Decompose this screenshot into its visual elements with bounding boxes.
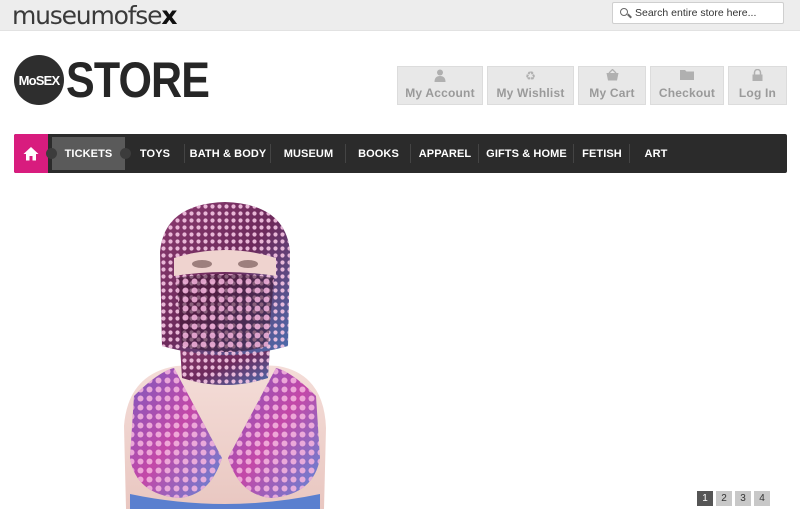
nav-books-label: BOOKS: [358, 147, 399, 160]
top-bar: museumofsex: [0, 0, 800, 31]
log-in-button[interactable]: Log In: [728, 66, 787, 105]
lock-icon: [752, 68, 763, 83]
nav-gifts-home-label: GIFTS & HOME: [486, 147, 567, 160]
home-icon: [23, 147, 39, 161]
person-icon: [434, 69, 446, 83]
my-cart-button[interactable]: My Cart: [578, 66, 646, 105]
search-input[interactable]: [635, 7, 783, 19]
my-cart-label: My Cart: [589, 86, 635, 100]
nav-apparel[interactable]: APPAREL: [411, 134, 479, 173]
checkout-label: Checkout: [658, 86, 716, 100]
nav-tickets-label: TICKETS: [64, 147, 113, 160]
log-in-label: Log In: [738, 86, 777, 100]
page-3-button[interactable]: 3: [735, 491, 751, 506]
slideshow-pagination: 1 2 3 4: [697, 491, 770, 506]
nav-museum[interactable]: MUSEUM: [271, 134, 346, 173]
nav-tickets[interactable]: TICKETS: [46, 134, 131, 173]
store-logo[interactable]: MoSEX STORE: [14, 55, 232, 105]
search-icon[interactable]: [613, 3, 635, 23]
nav-art-label: ART: [644, 147, 668, 160]
nav-bath-body-label: BATH & BODY: [189, 147, 267, 160]
nav-fetish[interactable]: FETISH: [574, 134, 630, 173]
main-nav: TICKETS TOYS BATH & BODY MUSEUM BOOKS AP…: [14, 134, 787, 173]
page-2-button[interactable]: 2: [716, 491, 732, 506]
nav-art[interactable]: ART: [630, 134, 682, 173]
hero-banner-image[interactable]: [118, 196, 332, 509]
my-wishlist-button[interactable]: ♻ My Wishlist: [487, 66, 574, 105]
my-account-label: My Account: [405, 86, 475, 100]
search-box[interactable]: [612, 2, 784, 24]
nav-toys[interactable]: TOYS: [125, 134, 185, 173]
checkout-button[interactable]: Checkout: [650, 66, 724, 105]
basket-icon: [606, 68, 619, 83]
page-1-button[interactable]: 1: [697, 491, 713, 506]
nav-bath-body[interactable]: BATH & BODY: [185, 134, 271, 173]
my-wishlist-label: My Wishlist: [496, 86, 565, 100]
logo-title: STORE: [66, 52, 210, 108]
page-4-button[interactable]: 4: [754, 491, 770, 506]
my-account-button[interactable]: My Account: [397, 66, 483, 105]
wordmark-main: museumofse: [12, 1, 163, 30]
recycle-icon: ♻: [525, 69, 536, 83]
nav-books[interactable]: BOOKS: [346, 134, 411, 173]
wordmark-x: x: [161, 1, 177, 30]
nav-fetish-label: FETISH: [582, 147, 622, 160]
nav-museum-label: MUSEUM: [283, 147, 334, 160]
museum-of-sex-wordmark[interactable]: museumofsex: [12, 1, 177, 30]
nav-gifts-home[interactable]: GIFTS & HOME: [479, 134, 574, 173]
logo-badge: MoSEX: [14, 55, 64, 105]
nav-dot-left: [46, 148, 57, 159]
home-button[interactable]: [14, 134, 48, 173]
nav-apparel-label: APPAREL: [418, 147, 472, 160]
nav-toys-label: TOYS: [139, 147, 171, 160]
folder-icon: [680, 69, 694, 83]
